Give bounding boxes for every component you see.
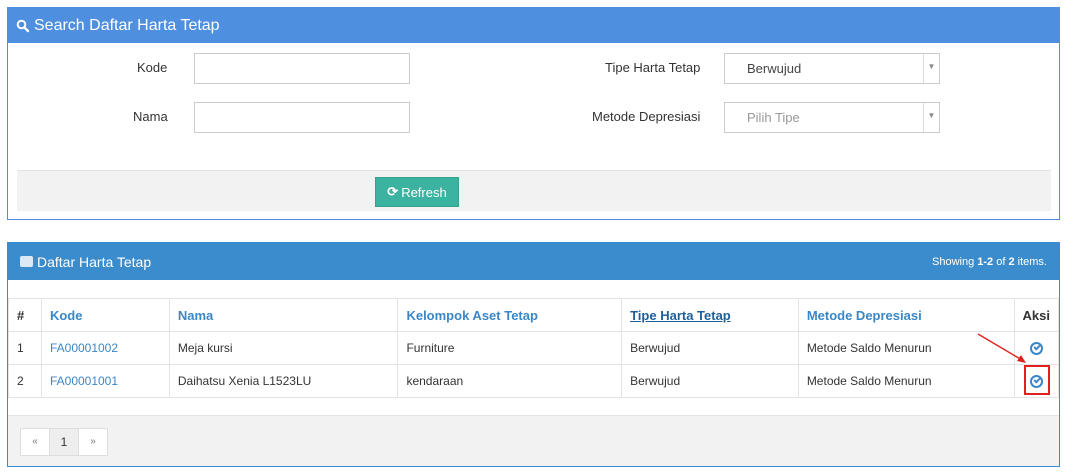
pagination: « 1 » [20, 428, 108, 456]
table-row: 2 FA00001001 Daihatsu Xenia L1523LU kend… [8, 364, 1060, 398]
pagination-prev[interactable]: « [20, 428, 50, 456]
table-header-row: # Kode Nama Kelompok Aset Tetap Tipe Har… [8, 298, 1060, 332]
list-panel-title: Daftar Harta Tetap [37, 253, 152, 270]
tipe-harta-select[interactable]: Berwujud ▼ [724, 53, 940, 84]
row-kode-link[interactable]: FA00001002 [40, 331, 170, 365]
list-panel-header: Daftar Harta Tetap Showing 1-2 of 2 item… [8, 243, 1059, 280]
summary-suffix: items. [1014, 255, 1047, 268]
tipe-harta-label: Tipe Harta Tetap [605, 60, 701, 75]
search-panel-header: Search Daftar Harta Tetap [8, 8, 1059, 43]
row-metode: Metode Saldo Menurun [797, 364, 1015, 398]
nama-label: Nama [133, 109, 168, 124]
row-tipe: Berwujud [621, 364, 799, 398]
annotation-highlight-box [1024, 365, 1050, 395]
kode-label: Kode [137, 60, 168, 75]
column-header-nama[interactable]: Nama [168, 298, 399, 332]
summary-prefix: Showing [932, 255, 978, 268]
chevron-down-icon: ▼ [923, 103, 939, 132]
list-panel: Daftar Harta Tetap Showing 1-2 of 2 item… [7, 242, 1060, 467]
column-header-metode[interactable]: Metode Depresiasi [797, 298, 1015, 332]
row-kelompok: kendaraan [397, 364, 623, 398]
search-icon [16, 19, 30, 33]
metode-depresiasi-select[interactable]: Pilih Tipe ▼ [724, 102, 940, 133]
row-nama: Daihatsu Xenia L1523LU [168, 364, 399, 398]
table-row: 1 FA00001002 Meja kursi Furniture Berwuj… [8, 331, 1060, 365]
pagination-page-1[interactable]: 1 [49, 428, 79, 456]
column-header-kelompok[interactable]: Kelompok Aset Tetap [397, 298, 623, 332]
row-tipe: Berwujud [621, 331, 799, 365]
column-header-tipe[interactable]: Tipe Harta Tetap [621, 298, 799, 332]
column-header-aksi: Aksi [1013, 298, 1060, 332]
search-panel-title: Search Daftar Harta Tetap [34, 16, 220, 34]
search-panel: Search Daftar Harta Tetap Kode Nama Tipe… [7, 7, 1060, 220]
row-number: 1 [8, 331, 42, 365]
row-number: 2 [8, 364, 42, 398]
metode-depresiasi-label: Metode Depresiasi [592, 109, 701, 124]
row-kode-link[interactable]: FA00001001 [40, 364, 170, 398]
list-summary: Showing 1-2 of 2 items. [932, 256, 1047, 268]
summary-mid: of [993, 255, 1009, 268]
nama-input[interactable] [194, 102, 410, 133]
column-header-kode[interactable]: Kode [40, 298, 170, 332]
briefcase-icon [20, 256, 33, 267]
metode-depresiasi-placeholder: Pilih Tipe [747, 110, 800, 125]
row-nama: Meja kursi [168, 331, 399, 365]
pagination-next[interactable]: » [78, 428, 108, 456]
row-kelompok: Furniture [397, 331, 623, 365]
harta-tetap-table: # Kode Nama Kelompok Aset Tetap Tipe Har… [8, 298, 1060, 398]
search-toolbar: ⟳ Refresh [17, 170, 1051, 211]
annotation-arrow [977, 333, 1026, 363]
tipe-harta-selected-value: Berwujud [747, 61, 802, 76]
refresh-button-label: Refresh [401, 184, 447, 200]
summary-range: 1-2 [977, 255, 994, 268]
refresh-button[interactable]: ⟳ Refresh [375, 177, 459, 207]
chevron-down-icon: ▼ [923, 54, 939, 83]
kode-input[interactable] [194, 53, 410, 84]
pagination-bar: « 1 » [8, 415, 1059, 466]
refresh-icon: ⟳ [387, 184, 399, 199]
column-header-number: # [8, 298, 42, 332]
